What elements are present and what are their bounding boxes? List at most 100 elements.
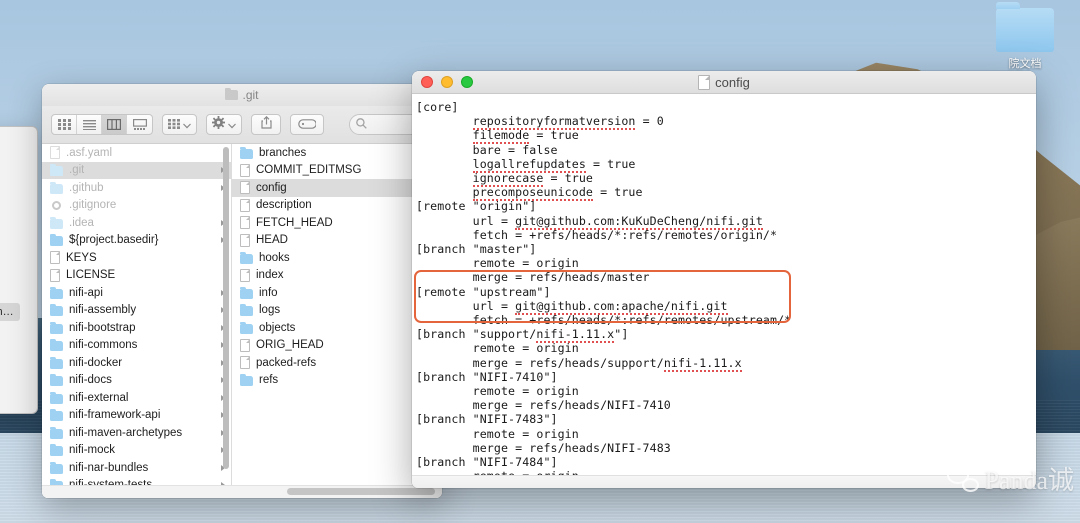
file-row[interactable]: nifi-commons [42,337,231,355]
background-window-list: 送 目 序 [0,127,37,221]
file-name: nifi-docker [69,356,123,369]
share-button[interactable] [251,114,281,135]
file-row[interactable]: .idea [42,214,231,232]
background-window-button[interactable]: ch… [0,303,20,321]
document-icon [50,268,60,282]
file-row[interactable]: nifi-nar-bundles [42,459,231,477]
config-title-text: config [715,74,750,90]
chevron-down-icon [183,116,191,134]
folder-icon [240,304,253,317]
background-window[interactable]: 送 目 序 ch… … [0,126,38,414]
finder-horizontal-scrollbar[interactable] [42,485,442,498]
file-row[interactable]: description [232,197,415,215]
finder-toolbar[interactable] [42,106,442,144]
group-by-button[interactable] [162,114,197,135]
view-mode-segmented-control[interactable] [51,114,153,135]
file-row[interactable]: KEYS [42,249,231,267]
zoom-button[interactable] [461,76,473,88]
file-row[interactable]: index [232,267,415,285]
file-row[interactable]: .git [42,161,231,179]
file-row[interactable]: FETCH_HEAD [232,214,415,232]
gallery-view-icon[interactable] [127,115,152,134]
finder-column-1[interactable]: .asf.yaml .git .github .gitignore .idea ${pro… [42,144,232,498]
file-name: config [256,181,287,194]
file-row[interactable]: nifi-mock [42,442,231,460]
folder-icon [50,426,63,439]
file-name: nifi-mock [69,444,116,457]
config-text-area[interactable]: [core] repositoryformatversion = 0 filem… [412,94,1036,475]
file-row[interactable]: .asf.yaml [42,144,231,162]
config-window[interactable]: config [core] repositoryformatversion = … [412,71,1036,488]
file-row[interactable]: ORIG_HEAD [232,337,415,355]
document-icon [240,233,250,247]
finder-columns: .asf.yaml .git .github .gitignore .idea ${pro… [42,144,442,498]
finder-title-text: .git [242,88,259,102]
file-name: nifi-api [69,286,103,299]
file-row[interactable]: config [232,179,415,197]
file-row[interactable]: HEAD [232,232,415,250]
list-view-icon[interactable] [77,115,102,134]
watermark: Panda诚 [947,460,1074,497]
file-row[interactable]: nifi-bootstrap [42,319,231,337]
file-row[interactable]: .github [42,179,231,197]
tags-button[interactable] [290,114,324,135]
file-name: .asf.yaml [66,146,113,159]
file-row[interactable]: packed-refs [232,354,415,372]
finder-window[interactable]: .git .asf.yaml .git .github .gitignore .… [42,84,442,498]
file-name: info [259,286,278,299]
file-row[interactable]: nifi-docs [42,372,231,390]
finder-horizontal-scroll-thumb[interactable] [287,488,435,495]
document-icon [240,216,250,230]
folder-icon [240,146,253,159]
share-icon [260,115,272,134]
close-button[interactable] [421,76,433,88]
list-item[interactable]: 送 [0,143,37,169]
file-name: logs [259,304,281,317]
file-row[interactable]: hooks [232,249,415,267]
file-name: branches [259,146,307,159]
folder-icon [50,164,63,177]
document-icon [698,74,711,90]
screen: 院文档 送 目 序 ch… … .git [0,0,1080,523]
desktop-folder-icon[interactable]: 院文档 [992,2,1058,71]
folder-icon [50,216,63,229]
group-by-icon [168,116,180,134]
finder-titlebar[interactable]: .git [42,84,442,106]
list-item[interactable]: 序 [0,195,37,221]
file-row[interactable]: ${project.basedir} [42,232,231,250]
document-icon [50,146,60,160]
finder-column-2[interactable]: branches COMMIT_EDITMSG config description F… [232,144,416,498]
column-view-icon[interactable] [102,115,127,134]
file-name: .gitignore [69,199,117,212]
list-item[interactable]: 目 [0,169,37,195]
file-row[interactable]: COMMIT_EDITMSG [232,162,415,180]
file-row[interactable]: info [232,284,415,302]
config-file-text[interactable]: [core] repositoryformatversion = 0 filem… [416,100,1036,475]
file-row[interactable]: nifi-framework-api [42,407,231,425]
folder-icon [240,321,253,334]
document-icon [240,163,250,177]
file-row[interactable]: nifi-assembly [42,302,231,320]
icon-view-icon[interactable] [52,115,77,134]
file-row[interactable]: LICENSE [42,267,231,285]
file-row[interactable]: objects [232,319,415,337]
config-titlebar[interactable]: config [412,71,1036,94]
minimize-button[interactable] [441,76,453,88]
column-1-scrollbar[interactable] [223,147,229,469]
file-row[interactable]: .gitignore [42,197,231,215]
window-controls[interactable] [421,76,473,88]
folder-icon [50,356,63,369]
file-row[interactable]: nifi-docker [42,354,231,372]
file-row[interactable]: nifi-external [42,389,231,407]
folder-icon [240,251,253,264]
file-row[interactable]: refs [232,372,415,390]
file-row[interactable]: branches [232,144,415,162]
file-row[interactable]: nifi-api [42,284,231,302]
folder-icon [50,374,63,387]
action-menu-button[interactable] [206,114,242,135]
file-row[interactable]: logs [232,302,415,320]
config-title: config [412,74,1036,90]
watermark-text: Panda诚 [984,466,1074,495]
file-row[interactable]: nifi-maven-archetypes [42,424,231,442]
file-name: index [256,269,284,282]
